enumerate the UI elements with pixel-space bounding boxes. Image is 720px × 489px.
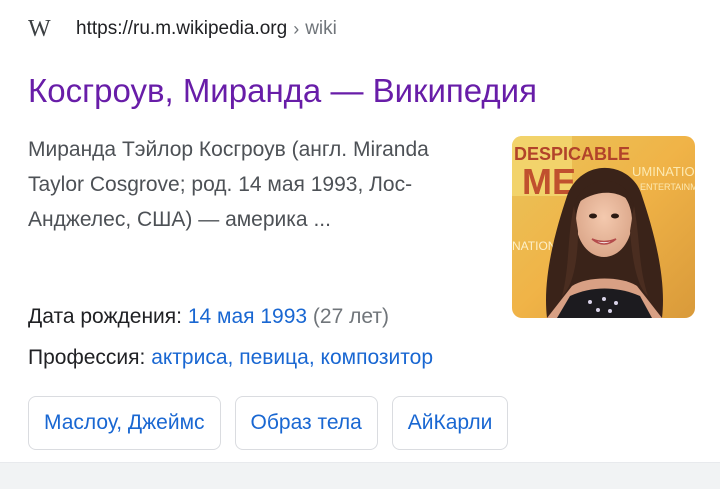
profession-separator: , [308, 346, 315, 369]
birth-date-fact: Дата рождения: 14 мая 1993 (27 лет) [28, 302, 389, 332]
profession-fact: Профессия: актриса, певица, композитор [28, 343, 433, 373]
result-title-link[interactable]: Косгроув, Миранда — Википедия [28, 69, 537, 113]
age-text: (27 лет) [312, 305, 389, 328]
search-result-card: W https://ru.m.wikipedia.org › wiki Косг… [0, 0, 720, 462]
chip-maslow-james[interactable]: Маслоу, Джеймс [28, 396, 221, 450]
chip-icarly[interactable]: АйКарли [391, 396, 509, 450]
source-url[interactable]: https://ru.m.wikipedia.org [76, 18, 287, 40]
result-thumbnail-image[interactable]: DESPICABLE ME UMINATIO ENTERTAINME NATIO… [512, 136, 695, 318]
wikipedia-w-icon: W [28, 16, 51, 42]
breadcrumb-separator: › [293, 18, 300, 39]
backdrop-text: UMINATIO [632, 164, 695, 179]
result-source[interactable]: W https://ru.m.wikipedia.org › wiki [28, 15, 337, 43]
profession-link-singer[interactable]: певица [239, 346, 309, 369]
profession-link-actress[interactable]: актриса [151, 346, 227, 369]
result-snippet: Миранда Тэйлор Косгроув (англ. Miranda T… [28, 138, 429, 231]
source-path[interactable]: wiki [305, 18, 337, 40]
backdrop-text: ENTERTAINME [640, 182, 695, 192]
chip-body-image[interactable]: Образ тела [234, 396, 378, 450]
bottom-divider [0, 462, 720, 489]
profession-link-composer[interactable]: композитор [321, 346, 433, 369]
profession-separator: , [227, 346, 234, 369]
birth-date-link[interactable]: 14 мая 1993 [188, 305, 307, 328]
birth-date-label: Дата рождения: [28, 305, 182, 328]
backdrop-text: NATION [512, 239, 556, 253]
related-chips: Маслоу, Джеймс Образ тела АйКарли [28, 396, 509, 450]
profession-label: Профессия: [28, 346, 146, 369]
